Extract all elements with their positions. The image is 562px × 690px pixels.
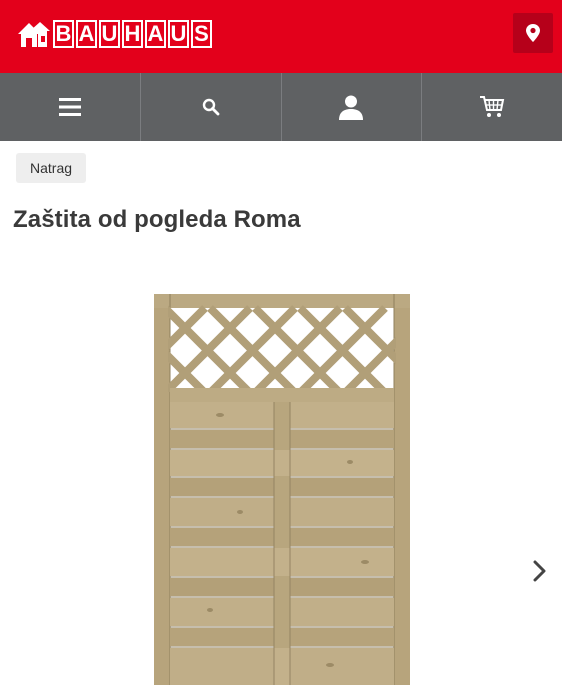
brand-letter: U bbox=[168, 20, 189, 48]
bauhaus-logo[interactable]: B A U H A U S bbox=[16, 16, 214, 52]
brand-letter: S bbox=[191, 20, 212, 48]
menu-button[interactable] bbox=[0, 73, 141, 141]
brand-wordmark: B A U H A U S bbox=[53, 20, 214, 48]
user-icon bbox=[339, 95, 364, 120]
cart-icon bbox=[480, 96, 505, 117]
search-icon bbox=[202, 98, 220, 116]
brand-letter: H bbox=[122, 20, 143, 48]
next-image-button[interactable] bbox=[528, 556, 552, 586]
store-locator-button[interactable] bbox=[513, 13, 553, 53]
brand-letter: U bbox=[99, 20, 120, 48]
product-title: Zaštita od pogleda Roma bbox=[13, 206, 301, 233]
top-bar: B A U H A U S bbox=[0, 0, 562, 73]
account-button[interactable] bbox=[282, 73, 423, 141]
brand-letter: A bbox=[76, 20, 97, 48]
main-nav bbox=[0, 73, 562, 141]
search-button[interactable] bbox=[141, 73, 282, 141]
menu-icon bbox=[58, 98, 81, 116]
brand-letter: A bbox=[145, 20, 166, 48]
product-image[interactable] bbox=[150, 290, 416, 685]
fence-panel-image bbox=[154, 294, 410, 685]
brand-letter: B bbox=[53, 20, 74, 48]
map-pin-icon bbox=[526, 24, 540, 42]
back-button[interactable]: Natrag bbox=[16, 153, 87, 183]
logo-house-icon bbox=[18, 22, 50, 47]
cart-button[interactable] bbox=[422, 73, 562, 141]
chevron-right-icon bbox=[533, 560, 546, 582]
